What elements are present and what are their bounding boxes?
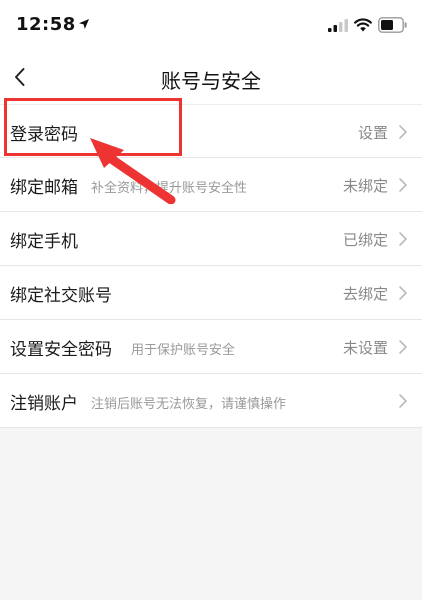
- row-label: 注销账户: [10, 394, 78, 414]
- row-label: 绑定邮箱: [10, 178, 78, 198]
- row-label: 绑定手机: [10, 232, 78, 252]
- row-value: 未设置: [342, 339, 388, 357]
- status-bar: 12:58: [0, 0, 422, 50]
- status-time: 12:58: [16, 14, 76, 35]
- row-value: 去绑定: [342, 285, 388, 303]
- page-title: 账号与安全: [161, 69, 261, 93]
- row-label: 绑定社交账号: [10, 286, 112, 306]
- location-arrow-icon: [79, 19, 89, 29]
- row-label: 设置安全密码: [10, 340, 112, 360]
- chevron-right-icon: [399, 125, 407, 139]
- cellular-signal-icon: [328, 19, 348, 32]
- settings-list: 登录密码 设置 绑定邮箱 补全资料，提升账号安全性 未绑定 绑定手机 已绑定 绑…: [0, 104, 422, 428]
- wifi-icon: [354, 18, 372, 32]
- settings-row-bind-phone[interactable]: 绑定手机 已绑定: [0, 212, 422, 266]
- row-value: 已绑定: [342, 231, 388, 249]
- row-hint: 用于保护账号安全: [131, 343, 236, 358]
- settings-row-login-password[interactable]: 登录密码 设置: [0, 104, 422, 158]
- chevron-right-icon: [399, 178, 407, 192]
- nav-bar: 账号与安全: [0, 50, 422, 104]
- row-value: 设置: [357, 124, 388, 142]
- settings-row-bind-email[interactable]: 绑定邮箱 补全资料，提升账号安全性 未绑定: [0, 158, 422, 212]
- settings-row-bind-social[interactable]: 绑定社交账号 去绑定: [0, 266, 422, 320]
- row-hint: 注销后账号无法恢复，请谨慎操作: [91, 397, 287, 412]
- row-value: 未绑定: [342, 177, 388, 195]
- settings-row-delete-account[interactable]: 注销账户 注销后账号无法恢复，请谨慎操作: [0, 374, 422, 428]
- row-label: 登录密码: [10, 125, 78, 145]
- chevron-right-icon: [399, 394, 407, 408]
- row-hint: 补全资料，提升账号安全性: [91, 181, 248, 196]
- battery-icon: [378, 17, 407, 33]
- settings-row-security-password[interactable]: 设置安全密码 用于保护账号安全 未设置: [0, 320, 422, 374]
- chevron-right-icon: [399, 340, 407, 354]
- chevron-right-icon: [399, 286, 407, 300]
- chevron-right-icon: [399, 232, 407, 246]
